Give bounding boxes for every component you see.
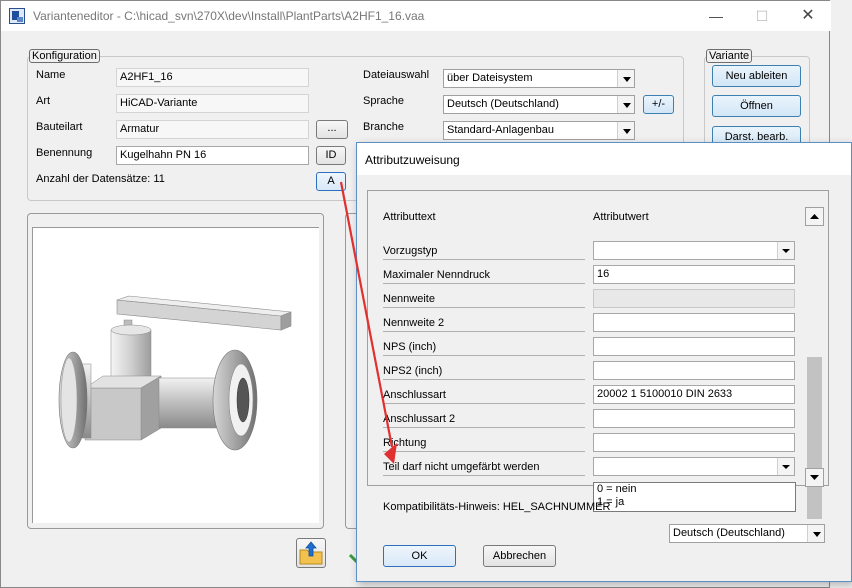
annotation-arrow	[339, 181, 397, 464]
